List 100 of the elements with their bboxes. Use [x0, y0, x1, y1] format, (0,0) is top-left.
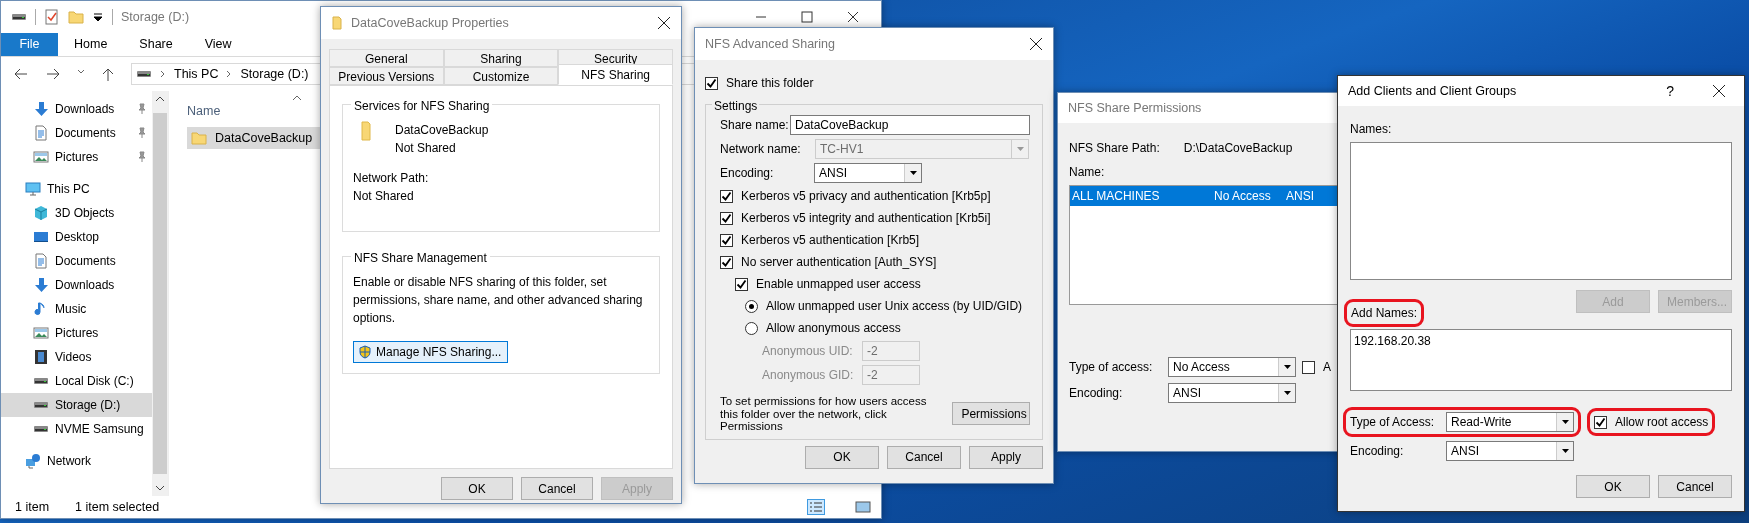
checkbox-label: No server authentication [Auth_SYS]	[741, 254, 937, 271]
close-icon[interactable]	[1029, 37, 1043, 51]
back-arrow-icon[interactable]	[13, 67, 29, 81]
customize-caret-icon[interactable]	[92, 11, 104, 23]
checkbox-label: A	[1323, 359, 1331, 376]
radio-button[interactable]	[745, 321, 758, 335]
checklist-icon[interactable]	[44, 9, 60, 25]
checkbox[interactable]	[1302, 360, 1315, 374]
folder-icon	[331, 15, 343, 31]
checkbox-label: Kerberos v5 privacy and authentication [Krb5p]	[741, 188, 991, 205]
help-button[interactable]: ?	[1666, 80, 1674, 102]
pin-icon[interactable]	[136, 151, 148, 163]
cancel-button[interactable]: Cancel	[1658, 475, 1732, 498]
dropdown-arrow-icon	[1560, 419, 1570, 425]
ok-button[interactable]: OK	[1576, 475, 1650, 498]
text-field[interactable]: DataCoveBackup	[790, 115, 1030, 135]
cancel-button[interactable]: Cancel	[887, 445, 961, 469]
nav-item[interactable]: Downloads	[55, 100, 115, 118]
tab[interactable]: Previous Versions	[329, 67, 444, 85]
checkbox-label: Kerberos v5 integrity and authentication [Krb5i]	[741, 210, 991, 227]
drive-icon	[136, 70, 152, 78]
dropdown[interactable]: No Access	[1168, 357, 1296, 377]
nav-item[interactable]: Videos	[55, 348, 92, 366]
scroll-up-icon[interactable]	[155, 95, 165, 103]
scroll-down-icon[interactable]	[155, 484, 165, 492]
nav-item[interactable]: Downloads	[55, 276, 115, 294]
folder-name: DataCoveBackup	[395, 122, 489, 139]
apply-button[interactable]: Apply	[969, 445, 1043, 469]
nav-item[interactable]: Pictures	[55, 148, 99, 166]
tab[interactable]: Sharing	[443, 49, 559, 67]
file-tab[interactable]: File	[1, 33, 58, 56]
scrollbar[interactable]	[152, 91, 168, 496]
nav-item[interactable]: 3D Objects	[55, 204, 115, 222]
window-title: Storage (D:)	[121, 8, 190, 26]
radio-button[interactable]	[745, 299, 758, 313]
close-icon[interactable]	[657, 16, 671, 30]
tab[interactable]: General	[329, 49, 444, 67]
cancel-button[interactable]: Cancel	[521, 477, 593, 500]
checkbox[interactable]	[720, 255, 733, 269]
field-label: Add Names:	[1351, 305, 1418, 322]
nav-item[interactable]: Documents	[55, 124, 116, 142]
thumbnail-view-icon[interactable]	[855, 499, 871, 515]
close-icon[interactable]	[847, 11, 859, 23]
ribbon-tab[interactable]: Share	[123, 33, 189, 56]
checkbox-label: Enable unmapped user access	[756, 276, 921, 293]
window-title: DataCoveBackup Properties	[351, 14, 509, 32]
forward-arrow-icon[interactable]	[45, 67, 61, 81]
tab[interactable]: NFS Sharing	[558, 64, 673, 85]
nav-item[interactable]: Local Disk (C:)	[55, 372, 134, 390]
field-label: Network name:	[720, 141, 802, 158]
dropdown-arrow-icon	[1015, 146, 1025, 152]
permissions-button[interactable]: Permissions	[952, 402, 1030, 426]
dropdown[interactable]: ANSI	[814, 163, 922, 183]
pin-icon[interactable]	[136, 103, 148, 115]
dropdown[interactable]: ANSI	[1168, 383, 1296, 403]
nav-item[interactable]: Music	[55, 300, 87, 318]
text-area[interactable]: 192.168.20.38	[1350, 329, 1732, 391]
checkbox[interactable]	[735, 277, 748, 291]
nav-item[interactable]: Desktop	[55, 228, 100, 246]
nav-item[interactable]: NVME Samsung	[55, 420, 144, 438]
field-label: Name:	[1069, 164, 1106, 181]
checkbox[interactable]	[705, 76, 718, 90]
dropdown[interactable]: ANSI	[1446, 441, 1574, 461]
ok-button[interactable]: OK	[441, 477, 513, 500]
tab[interactable]: Customize	[443, 67, 559, 85]
ribbon-tab[interactable]: View	[188, 33, 248, 56]
text-field: -2	[862, 365, 920, 385]
nav-item[interactable]: Network	[47, 452, 91, 470]
manage-sharing-button[interactable]: Manage NFS Sharing...	[353, 341, 509, 363]
nav-item[interactable]: Documents	[55, 252, 116, 270]
checkbox[interactable]	[720, 233, 733, 247]
breadcrumb-item[interactable]: This PC	[174, 64, 219, 84]
window-title: Add Clients and Client Groups	[1348, 82, 1517, 100]
arrow-down-icon	[33, 277, 49, 293]
ribbon-tab[interactable]: Home	[58, 33, 124, 56]
column-header[interactable]: Name	[187, 101, 221, 121]
dropdown[interactable]: Read-Write	[1446, 412, 1574, 432]
network-icon	[25, 453, 41, 469]
status-text: 1 item selected	[75, 498, 160, 516]
folder-icon	[191, 130, 207, 146]
breadcrumb-item[interactable]: Storage (D:)	[240, 64, 309, 84]
checkbox-label: Allow root access	[1615, 414, 1709, 431]
radio-label: Allow unmapped user Unix access (by UID/GID)	[766, 298, 1023, 315]
field-label: Names:	[1350, 121, 1393, 138]
radio-label: Allow anonymous access	[766, 320, 901, 337]
details-view-icon[interactable]	[807, 499, 825, 515]
checkbox[interactable]	[720, 189, 733, 203]
field-label: NFS Share Path:	[1069, 140, 1160, 157]
field-label: Network Path:	[353, 170, 430, 187]
checkbox[interactable]	[720, 211, 733, 225]
nav-item[interactable]: This PC	[47, 180, 90, 198]
field-label: Type of Access:	[1350, 414, 1436, 431]
share-path: D:\DataCoveBackup	[1183, 140, 1293, 157]
nav-item[interactable]: Pictures	[55, 324, 99, 342]
up-arrow-icon[interactable]	[101, 67, 115, 81]
maximize-icon[interactable]	[801, 11, 813, 23]
checkbox[interactable]	[1594, 415, 1607, 429]
close-icon[interactable]	[1712, 84, 1726, 98]
pin-icon[interactable]	[136, 127, 148, 139]
ok-button[interactable]: OK	[805, 445, 879, 469]
